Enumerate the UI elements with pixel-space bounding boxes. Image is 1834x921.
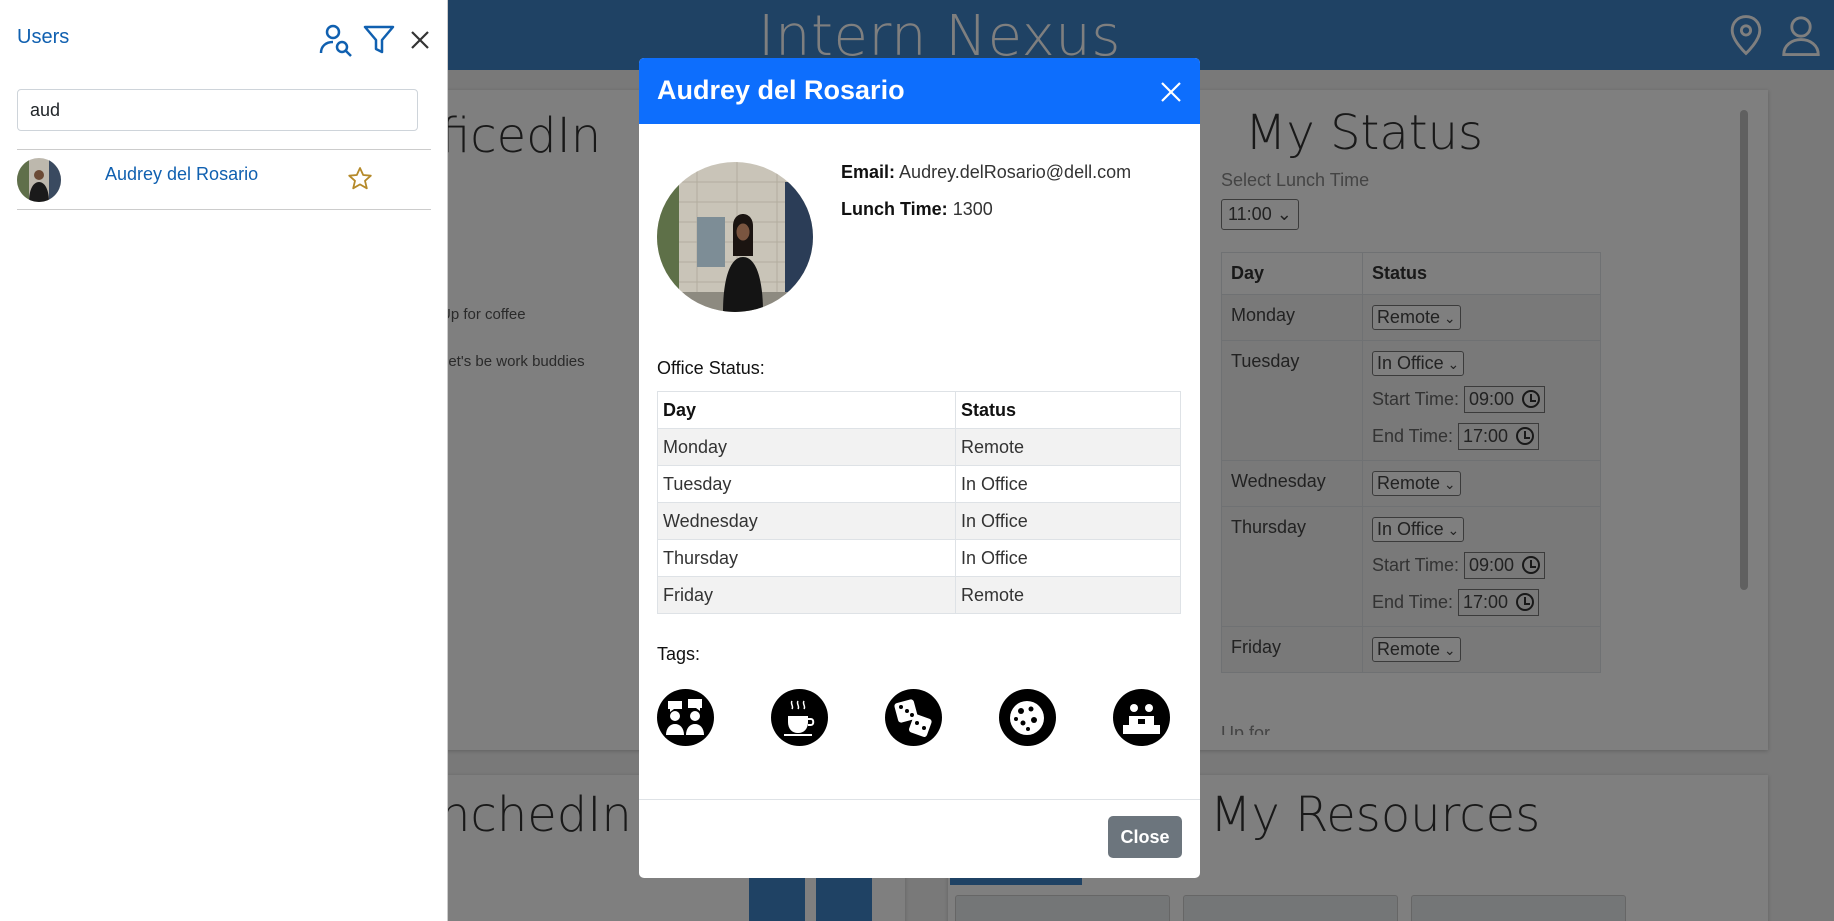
profile-photo	[657, 162, 813, 312]
coffee-cup-icon[interactable]	[771, 689, 828, 746]
user-result-row[interactable]: Audrey del Rosario	[17, 149, 431, 210]
column-header: Status	[955, 391, 1181, 429]
day-cell: Tuesday	[657, 465, 956, 503]
email-value: Audrey.delRosario@dell.com	[899, 162, 1132, 182]
user-profile-modal: Audrey del Rosario Email: Audrey.delRosa…	[639, 58, 1200, 878]
lunch-time-line: Lunch Time: 1300	[841, 199, 993, 220]
status-cell: In Office	[955, 539, 1181, 577]
dice-icon[interactable]	[885, 689, 942, 746]
office-status-label: Office Status:	[657, 358, 765, 378]
modal-header: Audrey del Rosario	[639, 58, 1200, 124]
status-cell: In Office	[955, 465, 1181, 503]
users-sidebar: Users Audrey del Rosario	[0, 0, 448, 921]
table-row: Friday Remote	[657, 576, 1181, 614]
lunch-time-label: Lunch Time:	[841, 199, 948, 219]
star-icon[interactable]	[347, 166, 373, 192]
day-cell: Friday	[657, 576, 956, 614]
user-name-link[interactable]: Audrey del Rosario	[105, 164, 258, 185]
filter-icon[interactable]	[361, 22, 397, 58]
column-header: Day	[657, 391, 956, 429]
close-button[interactable]: Close	[1108, 816, 1182, 858]
modal-title: Audrey del Rosario	[657, 75, 905, 105]
office-status-table: Day Status Monday Remote Tuesday In Offi…	[657, 391, 1181, 614]
close-icon[interactable]	[404, 22, 436, 58]
status-cell: In Office	[955, 502, 1181, 540]
email-label: Email:	[841, 162, 896, 182]
lunch-time-value: 1300	[952, 199, 993, 219]
table-row: Thursday In Office	[657, 539, 1181, 577]
table-row: Monday Remote	[657, 428, 1181, 466]
user-search-icon[interactable]	[318, 22, 354, 58]
table-row: Wednesday In Office	[657, 502, 1181, 540]
chat-people-icon[interactable]	[657, 689, 714, 746]
status-cell: Remote	[955, 428, 1181, 466]
work-buddies-icon[interactable]	[1113, 689, 1170, 746]
sidebar-title: Users	[17, 26, 70, 48]
user-search-input[interactable]	[17, 89, 418, 131]
avatar	[17, 158, 61, 202]
day-cell: Thursday	[657, 539, 956, 577]
day-cell: Monday	[657, 428, 956, 466]
table-row: Tuesday In Office	[657, 465, 1181, 503]
tags-label: Tags:	[657, 644, 701, 664]
cookie-icon[interactable]	[999, 689, 1056, 746]
close-icon[interactable]	[1159, 80, 1183, 104]
email-line: Email: Audrey.delRosario@dell.com	[841, 162, 1131, 183]
status-cell: Remote	[955, 576, 1181, 614]
day-cell: Wednesday	[657, 502, 956, 540]
